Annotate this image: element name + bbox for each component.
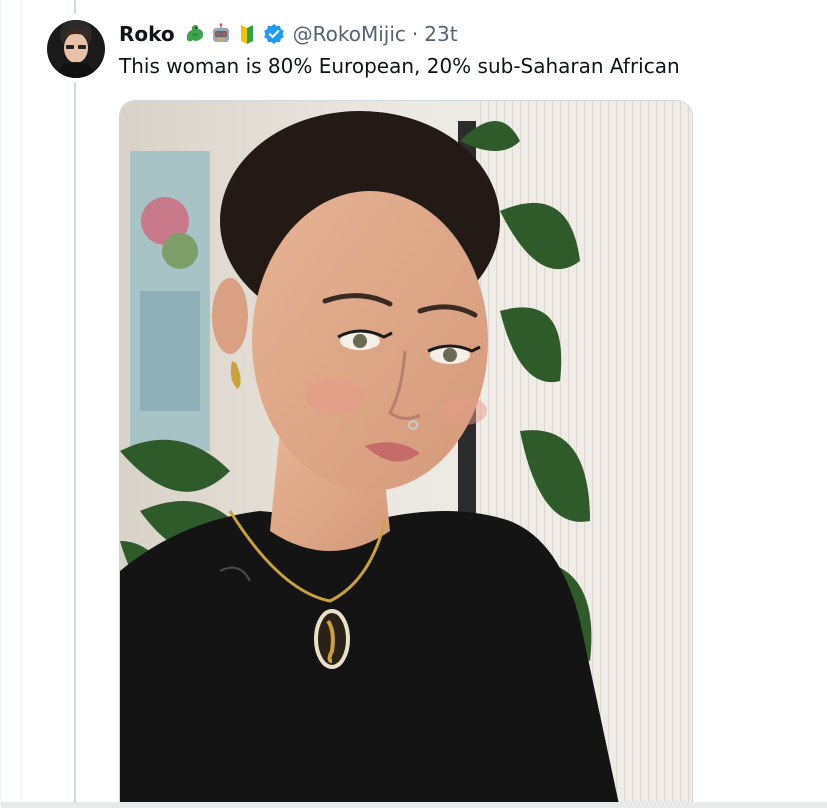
tweet-photo[interactable] <box>119 100 693 808</box>
dragon-emoji-icon <box>186 25 203 42</box>
thread-connector-top <box>74 0 76 14</box>
photo-selfie-icon <box>120 101 692 808</box>
bottom-divider <box>1 802 827 808</box>
robot-emoji-icon <box>212 23 229 42</box>
avatar[interactable] <box>47 20 105 78</box>
tweet-text: This woman is 80% European, 20% sub-Saha… <box>119 54 680 78</box>
timestamp[interactable]: 23t <box>424 22 457 46</box>
separator-dot: · <box>411 22 419 46</box>
timeline-page: Roko @RokoMijic · 23t This woman is 80% … <box>0 0 827 808</box>
verified-badge-icon[interactable] <box>263 23 285 45</box>
user-handle[interactable]: @RokoMijic <box>293 22 406 46</box>
name-emojis <box>183 22 259 46</box>
display-name[interactable]: Roko <box>119 22 175 46</box>
beginner-badge-icon <box>240 25 253 44</box>
thread-connector <box>74 82 76 808</box>
column-divider <box>21 0 22 808</box>
tweet-header: Roko @RokoMijic · 23t <box>119 20 458 48</box>
